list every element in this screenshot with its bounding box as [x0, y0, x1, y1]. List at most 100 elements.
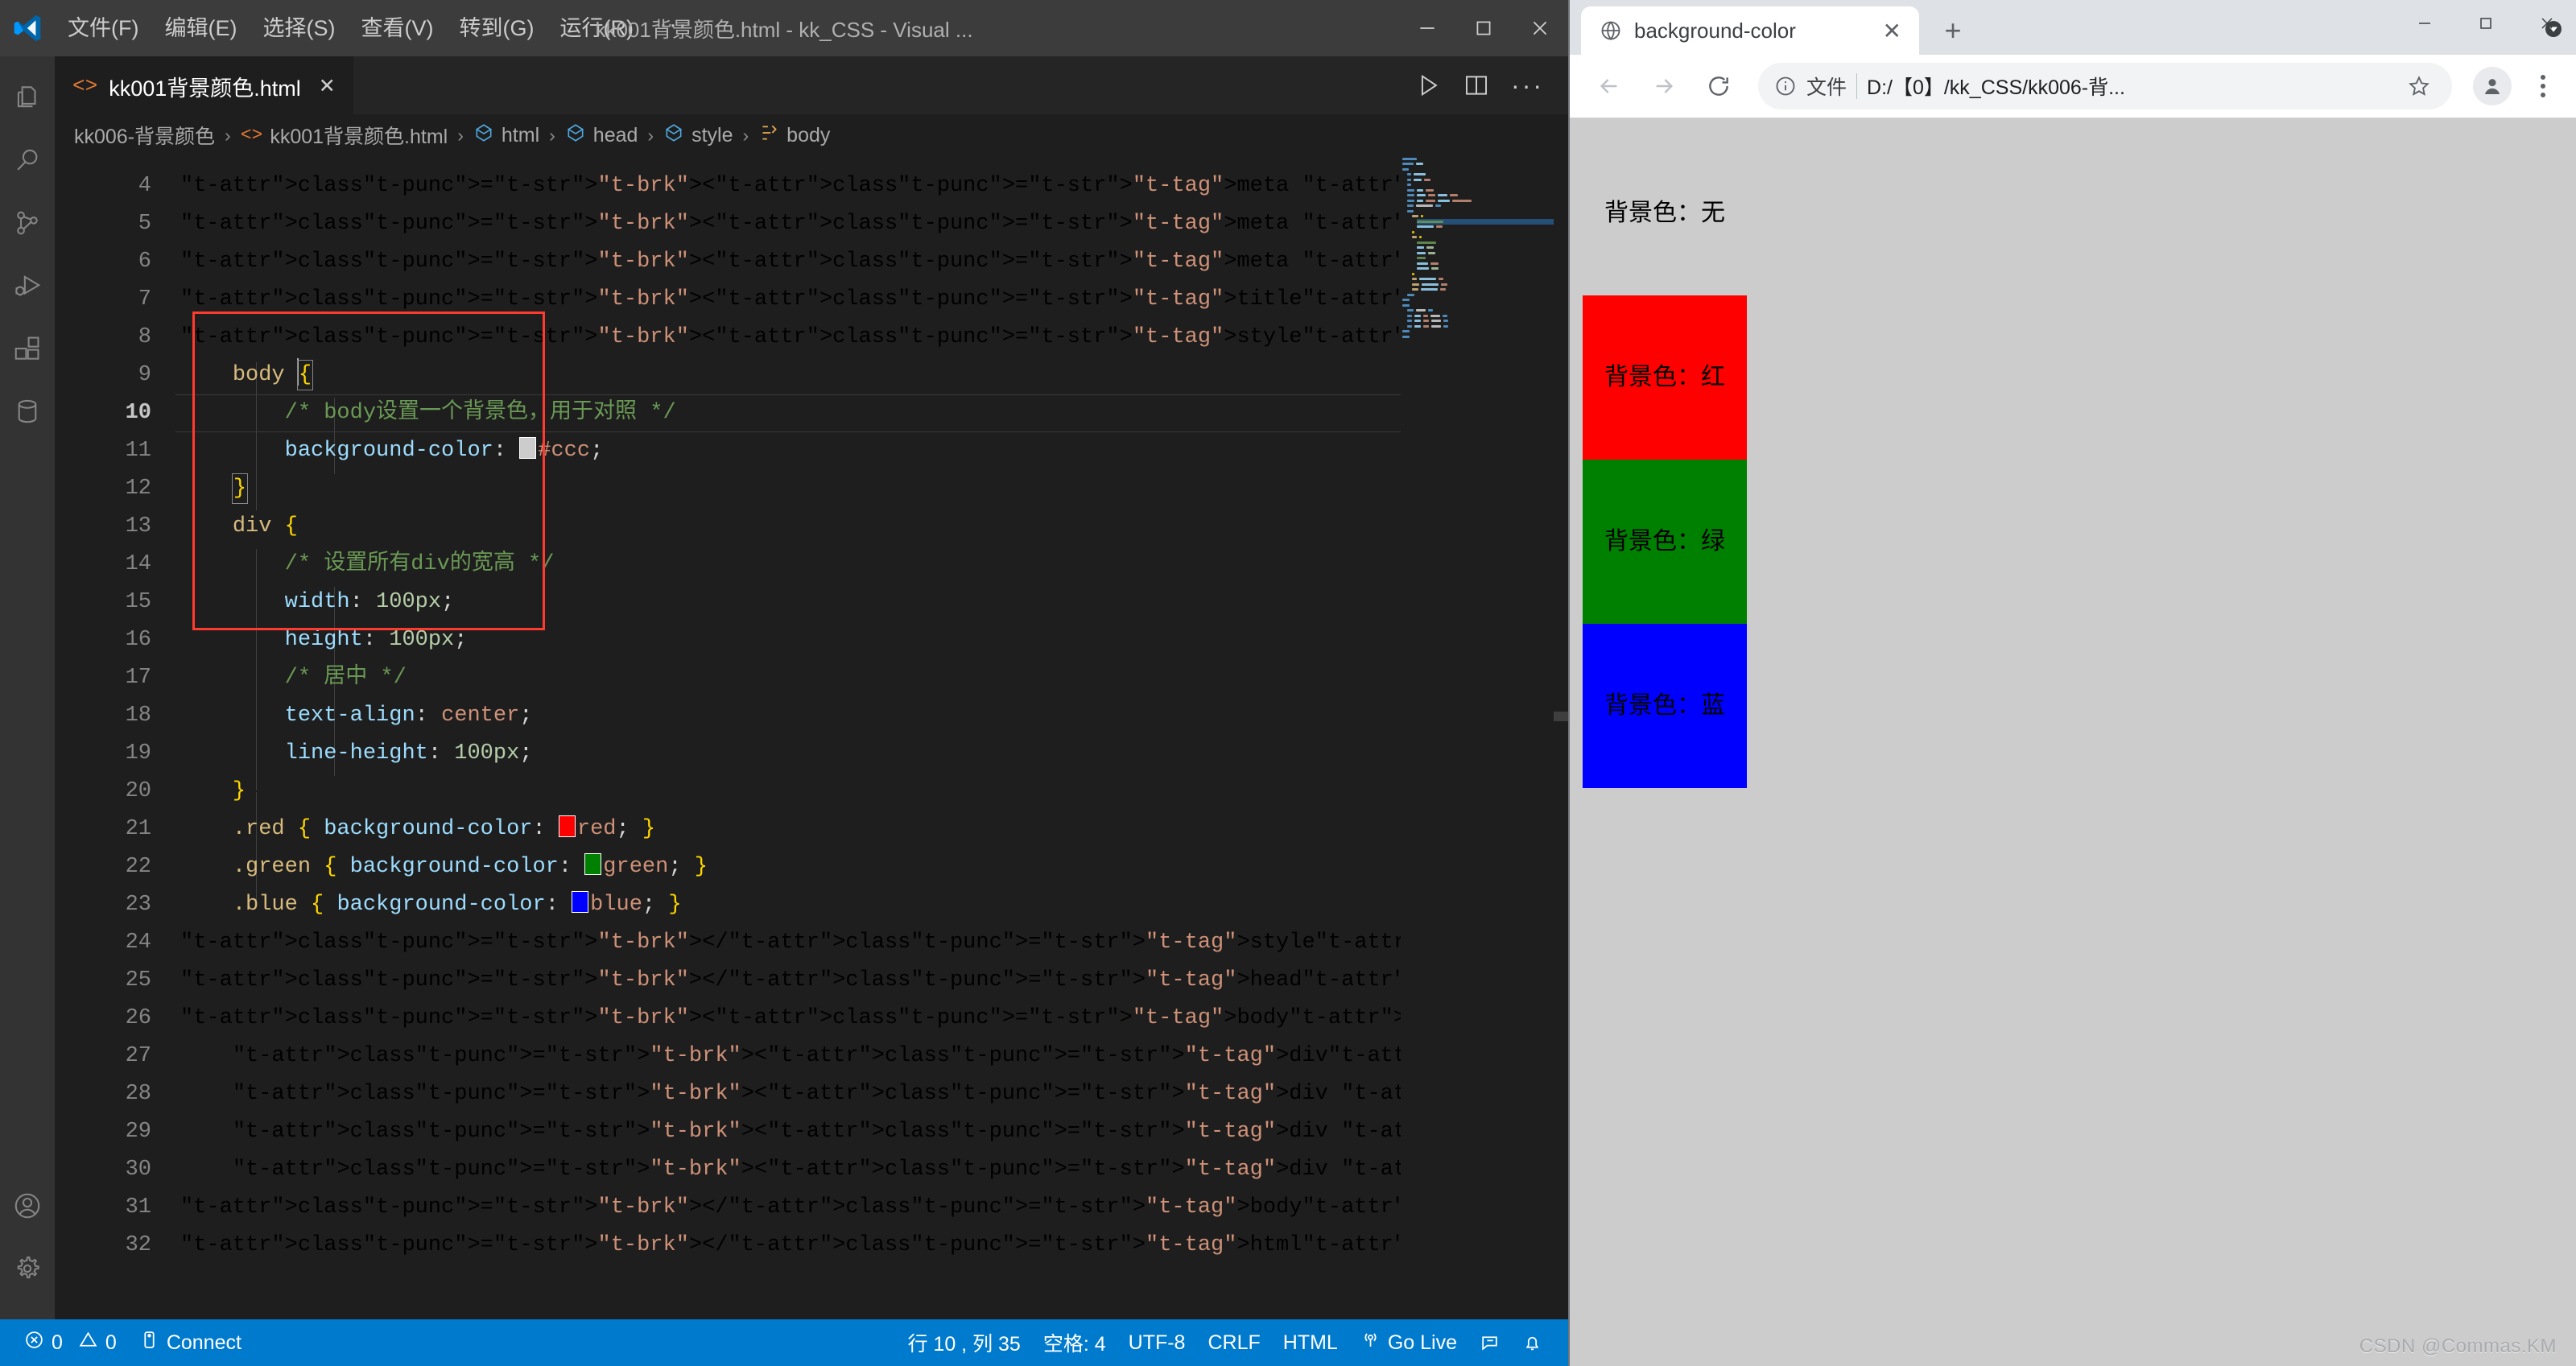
code-line[interactable]: background-color: #ccc; [175, 432, 1568, 470]
code-line[interactable]: "t-attr">class"t-punc">="t-str">"t-brk">… [175, 243, 1568, 281]
editor-scrollbar[interactable] [1554, 156, 1568, 1319]
chrome-maximize-button[interactable] [2455, 0, 2516, 47]
menu-more[interactable]: ··· [646, 8, 701, 48]
color-swatch[interactable] [558, 815, 576, 837]
breadcrumb-item-head[interactable]: head [565, 122, 638, 149]
code-line[interactable]: "t-attr">class"t-punc">="t-str">"t-brk">… [175, 1000, 1568, 1038]
color-swatch[interactable] [519, 437, 537, 459]
vscode-menu-bar[interactable]: 文件(F) 编辑(E) 选择(S) 查看(V) 转到(G) 运行(R) ··· [55, 8, 701, 48]
status-notifications[interactable] [1511, 1319, 1554, 1366]
vscode-logo-icon [0, 0, 55, 56]
editor-tab-kk001[interactable]: <> kk001背景颜色.html ✕ [55, 56, 354, 114]
code-line[interactable]: text-align: center; [175, 697, 1568, 735]
code-content[interactable]: "t-attr">class"t-punc">="t-str">"t-brk">… [175, 156, 1568, 1319]
source-control-icon[interactable] [0, 192, 55, 254]
status-bar: 0 0 Connect 行 10 , 列 35 空格: 4 UTF-8 CRLF… [0, 1319, 1568, 1366]
status-remote-connect[interactable]: Connect [128, 1319, 253, 1366]
code-line[interactable]: "t-attr">class"t-punc">="t-str">"t-brk">… [175, 205, 1568, 243]
breadcrumb-item-style[interactable]: style [663, 122, 733, 149]
line-number: 10 [125, 401, 151, 425]
status-cursor-position[interactable]: 行 10 , 列 35 [896, 1319, 1031, 1366]
back-button[interactable] [1584, 61, 1634, 111]
address-bar[interactable]: 文件 D:/【0】/kk_CSS/kk006-背... [1758, 63, 2452, 109]
menu-view[interactable]: 查看(V) [348, 13, 446, 44]
breadcrumb-item-html[interactable]: html [473, 122, 539, 149]
breadcrumb-item-file[interactable]: <> kk001背景颜色.html [241, 121, 448, 150]
reload-button[interactable] [1694, 61, 1744, 111]
split-editor-button[interactable] [1463, 72, 1490, 99]
code-line[interactable]: "t-attr">class"t-punc">="t-str">"t-brk">… [175, 1113, 1568, 1151]
chrome-new-tab-button[interactable]: + [1930, 8, 1975, 53]
profile-avatar[interactable] [2473, 67, 2512, 105]
code-line[interactable]: "t-attr">class"t-punc">="t-str">"t-brk">… [175, 924, 1568, 962]
code-editor[interactable]: 4 5 6 7 8 9 10 11 12 13 14 15 16 17 18 19 20 21 22 23 24 25 26… [55, 156, 1568, 1319]
menu-file[interactable]: 文件(F) [55, 13, 151, 44]
editor-tab-close-icon[interactable]: ✕ [319, 74, 336, 98]
url-text[interactable]: D:/【0】/kk_CSS/kk006-背... [1867, 72, 2392, 101]
code-line[interactable]: .green { background-color: green; } [175, 848, 1568, 886]
status-problems[interactable]: 0 0 [13, 1319, 128, 1366]
breadcrumb-item-body[interactable]: body [758, 122, 830, 149]
bookmark-star-icon[interactable] [2402, 74, 2436, 98]
code-line[interactable]: "t-attr">class"t-punc">="t-str">"t-brk">… [175, 167, 1568, 205]
code-line[interactable]: "t-attr">class"t-punc">="t-str">"t-brk">… [175, 319, 1568, 357]
code-line[interactable]: body { [175, 357, 1568, 394]
menu-run[interactable]: 运行(R) [547, 13, 646, 44]
database-icon[interactable] [0, 380, 55, 443]
code-line[interactable]: "t-attr">class"t-punc">="t-str">"t-brk">… [175, 281, 1568, 319]
more-actions-button[interactable]: ··· [1511, 72, 1544, 98]
code-line[interactable]: "t-attr">class"t-punc">="t-str">"t-brk">… [175, 1038, 1568, 1075]
breadcrumb-item-folder[interactable]: kk006-背景颜色 [74, 121, 215, 150]
vscode-close-button[interactable] [1512, 0, 1568, 56]
code-line[interactable]: height: 100px; [175, 621, 1568, 659]
vscode-minimize-button[interactable] [1399, 0, 1455, 56]
forward-button[interactable] [1639, 61, 1689, 111]
code-line[interactable]: /* 设置所有div的宽高 */ [175, 546, 1568, 584]
chrome-tab-background-color[interactable]: background-color ✕ [1581, 6, 1919, 55]
status-encoding[interactable]: UTF-8 [1117, 1319, 1197, 1366]
code-line[interactable]: "t-attr">class"t-punc">="t-str">"t-brk">… [175, 962, 1568, 1000]
code-line[interactable]: /* 居中 */ [175, 659, 1568, 697]
run-preview-button[interactable] [1414, 72, 1442, 99]
chrome-minimize-button[interactable] [2394, 0, 2455, 47]
code-line[interactable]: div { [175, 508, 1568, 546]
status-feedback[interactable] [1468, 1319, 1511, 1366]
chrome-close-button[interactable] [2516, 0, 2576, 47]
status-eol[interactable]: CRLF [1196, 1319, 1271, 1366]
editor-scrollbar-thumb[interactable] [1554, 712, 1568, 721]
code-line[interactable]: .red { background-color: red; } [175, 811, 1568, 848]
vscode-maximize-button[interactable] [1455, 0, 1512, 56]
minimap[interactable] [1401, 156, 1554, 1319]
vscode-title-bar: 文件(F) 编辑(E) 选择(S) 查看(V) 转到(G) 运行(R) ··· … [0, 0, 1568, 56]
status-language-mode[interactable]: HTML [1272, 1319, 1349, 1366]
code-line[interactable]: line-height: 100px; [175, 735, 1568, 773]
info-circle-icon[interactable] [1774, 75, 1797, 97]
code-line[interactable]: /* body设置一个背景色，用于对照 */ [175, 394, 1568, 432]
code-line[interactable]: } [175, 470, 1568, 508]
code-line[interactable]: "t-attr">class"t-punc">="t-str">"t-brk">… [175, 1189, 1568, 1227]
code-line[interactable]: "t-attr">class"t-punc">="t-str">"t-brk">… [175, 1151, 1568, 1189]
menu-edit[interactable]: 编辑(E) [151, 13, 250, 44]
chrome-tab-close-icon[interactable]: ✕ [1878, 18, 1906, 44]
status-go-live[interactable]: Go Live [1349, 1319, 1468, 1366]
search-icon[interactable] [0, 129, 55, 192]
code-line[interactable]: } [175, 773, 1568, 811]
code-line[interactable]: .blue { background-color: blue; } [175, 886, 1568, 924]
menu-selection[interactable]: 选择(S) [250, 13, 348, 44]
html-file-icon: <> [72, 74, 98, 98]
code-line[interactable]: "t-attr">class"t-punc">="t-str">"t-brk">… [175, 1075, 1568, 1113]
activity-bar [0, 56, 55, 1319]
color-swatch[interactable] [572, 891, 589, 913]
run-debug-icon[interactable] [0, 254, 55, 317]
menu-goto[interactable]: 转到(G) [446, 13, 547, 44]
line-number: 6 [138, 250, 151, 274]
explorer-icon[interactable] [0, 66, 55, 129]
status-indentation[interactable]: 空格: 4 [1032, 1319, 1117, 1366]
code-line[interactable]: width: 100px; [175, 584, 1568, 621]
color-swatch[interactable] [584, 853, 602, 875]
settings-gear-icon[interactable] [0, 1237, 55, 1300]
account-icon[interactable] [0, 1174, 55, 1237]
code-line[interactable]: "t-attr">class"t-punc">="t-str">"t-brk">… [175, 1227, 1568, 1265]
chrome-menu-button[interactable] [2523, 63, 2563, 109]
extensions-icon[interactable] [0, 317, 55, 380]
